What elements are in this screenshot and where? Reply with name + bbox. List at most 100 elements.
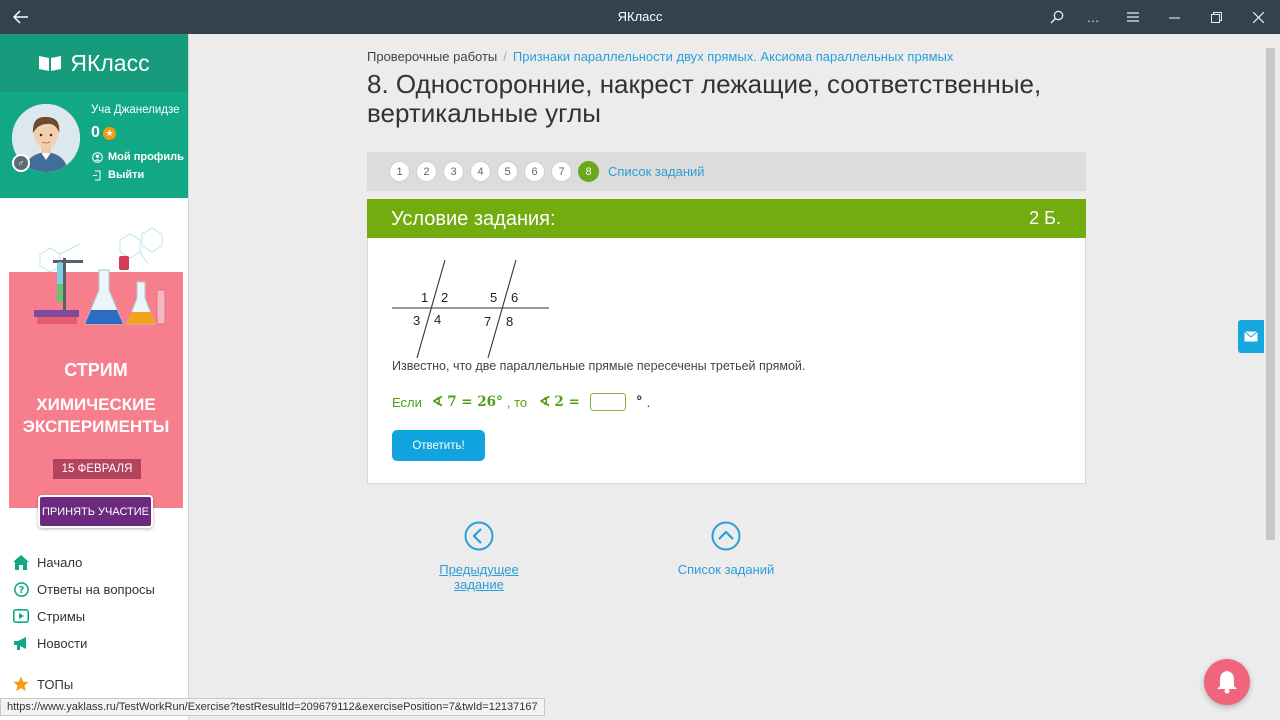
sidebar-item-label: ТОПы xyxy=(37,676,74,692)
logout-label: Выйти xyxy=(108,169,145,181)
question-icon: ? xyxy=(13,581,29,597)
equation-then: , то xyxy=(506,394,528,410)
task-header-title: Условие задания: xyxy=(391,208,556,230)
task-statement: Известно, что две параллельные прямые пе… xyxy=(392,359,806,373)
breadcrumb-separator: / xyxy=(503,49,507,64)
breadcrumb: Проверочные работы / Признаки параллельнос… xyxy=(367,49,953,64)
restore-button[interactable] xyxy=(1203,5,1229,29)
mail-icon xyxy=(1244,331,1258,342)
task-equation: Если ∢ 7 = 26° , то ∢ 2 = ° . xyxy=(392,393,650,411)
profile-icon xyxy=(92,151,103,163)
equation-period: . xyxy=(646,394,651,410)
angle-symbol: ∢ xyxy=(539,394,551,410)
logout-icon xyxy=(93,170,101,180)
user-points: 0 ★ xyxy=(91,124,116,142)
equation-if: Если xyxy=(392,394,422,410)
logo[interactable]: ЯКласс xyxy=(0,34,188,92)
sidebar-item-label: Стримы xyxy=(37,608,86,624)
restore-icon xyxy=(1210,11,1222,23)
sidebar-item-tops[interactable]: ТОПы xyxy=(13,676,73,692)
notifications-button[interactable] xyxy=(1204,659,1250,705)
promo-title: ХИМИЧЕСКИЕ ЭКСПЕРИМЕНТЫ xyxy=(9,394,183,438)
status-bar-url: https://www.yaklass.ru/TestWorkRun/Exerc… xyxy=(0,698,545,716)
task-list-link[interactable]: Список заданий xyxy=(608,164,705,179)
page-title: 8. Односторонние, накрест лежащие, соотв… xyxy=(367,69,1042,128)
task-points: 2 Б. xyxy=(1029,208,1061,228)
angle-label-1: 1 xyxy=(421,290,428,305)
close-icon xyxy=(1252,11,1264,23)
star-icon xyxy=(13,676,29,691)
feedback-tab[interactable] xyxy=(1238,320,1264,353)
user-profile: ♂ Уча Джанелидзе 0 ★ Мой профиль Выйти xyxy=(0,92,188,198)
book-logo-icon xyxy=(39,56,62,71)
sidebar-item-label: Ответы на вопросы xyxy=(37,581,155,597)
my-profile-label: Мой профиль xyxy=(108,151,184,163)
submit-answer-button[interactable]: Ответить! xyxy=(392,430,485,461)
sidebar-item-answers[interactable]: ? Ответы на вопросы xyxy=(13,581,155,597)
bell-icon xyxy=(1217,671,1237,694)
angle-label-5: 5 xyxy=(490,290,497,305)
lab-flasks-icon xyxy=(34,256,166,325)
task-pager: 1 2 3 4 5 6 7 8 Список заданий xyxy=(367,152,1086,191)
angle-label-3: 3 xyxy=(413,313,420,328)
chevron-up-circle-icon xyxy=(711,521,741,551)
task-header: Условие задания: 2 Б. xyxy=(367,199,1086,238)
avatar-role-badge: ♂ xyxy=(12,154,30,172)
task-list-bottom-label: Список заданий xyxy=(677,562,775,577)
promo-line3: ЭКСПЕРИМЕНТЫ xyxy=(22,417,170,436)
sidebar-item-home[interactable]: Начало xyxy=(13,554,82,570)
page-2-button[interactable]: 2 xyxy=(416,161,437,182)
close-button[interactable] xyxy=(1245,5,1271,29)
promo-line2: ХИМИЧЕСКИЕ xyxy=(36,395,156,414)
equation-target: 2 = xyxy=(554,394,580,410)
more-icon: … xyxy=(1086,9,1100,25)
angle-label-6: 6 xyxy=(511,290,518,305)
equation-degree: ° xyxy=(635,394,643,410)
page-scrollbar[interactable] xyxy=(1266,48,1275,540)
user-name: Уча Джанелидзе xyxy=(91,104,180,116)
sidebar-item-label: Новости xyxy=(37,635,88,651)
promo-banner[interactable]: СТРИМ ХИМИЧЕСКИЕ ЭКСПЕРИМЕНТЫ 15 ФЕВРАЛЯ xyxy=(9,256,183,508)
logout-link[interactable]: Выйти xyxy=(92,169,144,181)
logo-text: ЯКласс xyxy=(70,49,150,76)
user-badge-icon: ♂ xyxy=(17,158,25,168)
angle-label-2: 2 xyxy=(441,290,448,305)
breadcrumb-topic-link[interactable]: Признаки параллельности двух прямых. Акс… xyxy=(513,49,953,64)
angle-label-4: 4 xyxy=(434,312,441,327)
angle-label-7: 7 xyxy=(484,314,491,329)
page-3-button[interactable]: 3 xyxy=(443,161,464,182)
answer-input[interactable] xyxy=(589,393,626,411)
search-icon xyxy=(1050,10,1064,24)
home-icon xyxy=(13,554,29,570)
page-4-button[interactable]: 4 xyxy=(470,161,491,182)
minimize-button[interactable] xyxy=(1161,5,1187,29)
breadcrumb-root[interactable]: Проверочные работы xyxy=(367,49,497,64)
chevron-left-circle-icon xyxy=(464,521,494,551)
points-value: 0 xyxy=(91,124,100,141)
angle-label-8: 8 xyxy=(506,314,513,329)
minimize-icon xyxy=(1168,16,1180,19)
join-button[interactable]: ПРИНЯТЬ УЧАСТИЕ xyxy=(38,495,153,528)
task-list-bottom-link[interactable]: Список заданий xyxy=(671,521,781,577)
window-titlebar: ЯКласс … xyxy=(0,0,1280,34)
equation-given: 7 = 26° xyxy=(447,394,503,410)
menu-button[interactable] xyxy=(1120,5,1146,29)
page-1-button[interactable]: 1 xyxy=(389,161,410,182)
page-8-button[interactable]: 8 xyxy=(578,161,599,182)
page-6-button[interactable]: 6 xyxy=(524,161,545,182)
task-body: 1 2 3 4 5 6 7 8 Известно, что две паралл… xyxy=(367,238,1086,484)
previous-task-link[interactable]: Предыдущее задание xyxy=(413,521,545,592)
play-icon xyxy=(13,609,29,623)
angle-symbol: ∢ xyxy=(431,394,444,410)
sidebar-item-news[interactable]: Новости xyxy=(13,635,87,651)
megaphone-icon xyxy=(14,637,26,650)
more-button[interactable]: … xyxy=(1080,5,1106,29)
sidebar-item-label: Начало xyxy=(37,554,83,570)
previous-task-label: Предыдущее задание xyxy=(439,562,519,592)
promo-date: 15 ФЕВРАЛЯ xyxy=(53,459,141,479)
my-profile-link[interactable]: Мой профиль xyxy=(92,151,184,163)
search-button[interactable] xyxy=(1044,5,1070,29)
sidebar-item-streams[interactable]: Стримы xyxy=(13,608,85,624)
page-7-button[interactable]: 7 xyxy=(551,161,572,182)
page-5-button[interactable]: 5 xyxy=(497,161,518,182)
